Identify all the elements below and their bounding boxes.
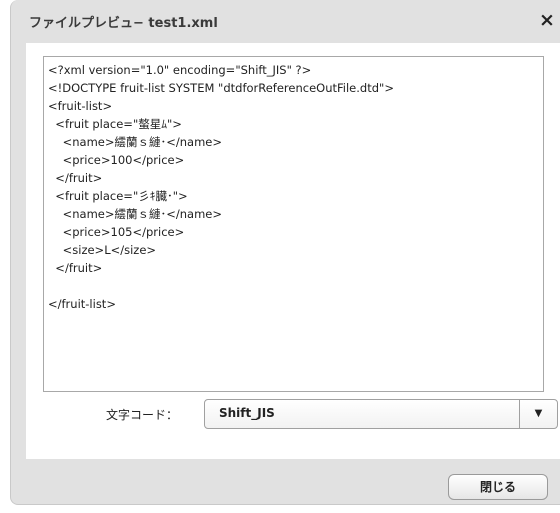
xml-preview-area[interactable]: <?xml version="1.0" encoding="Shift_JIS"… — [43, 56, 544, 392]
xml-line: </fruit> — [48, 261, 103, 275]
encoding-selected-value: Shift_JIS — [219, 406, 275, 420]
xml-line: <!DOCTYPE fruit-list SYSTEM "dtdforRefer… — [48, 81, 394, 95]
encoding-select[interactable]: Shift_JIS ▼ — [204, 399, 558, 429]
xml-line: </fruit-list> — [48, 297, 116, 311]
xml-line: <price>100</price> — [48, 153, 185, 167]
content-panel: <?xml version="1.0" encoding="Shift_JIS"… — [26, 43, 560, 459]
chevron-down-icon[interactable]: ▼ — [521, 401, 556, 427]
xml-line: <name>繧蘭ｓ縺･</name> — [48, 207, 223, 221]
file-preview-dialog: ファイルプレビュ− test1.xml × <?xml version="1.0… — [10, 0, 560, 505]
xml-line: <fruit place="螯星ﾑ"> — [48, 117, 182, 131]
xml-line: <?xml version="1.0" encoding="Shift_JIS"… — [48, 63, 312, 77]
xml-line: <price>105</price> — [48, 225, 185, 239]
dialog-title-bar: ファイルプレビュ− test1.xml × — [11, 0, 560, 44]
xml-line: <fruit-list> — [48, 99, 113, 113]
xml-line: </fruit> — [48, 171, 103, 185]
close-icon[interactable]: × — [539, 9, 555, 31]
encoding-label: 文字コード： — [106, 408, 179, 422]
dialog-title: ファイルプレビュ− test1.xml — [29, 16, 218, 31]
xml-line: <size>L</size> — [48, 243, 157, 257]
select-divider — [519, 400, 520, 428]
xml-line: <name>繧蘭ｓ縺･</name> — [48, 135, 223, 149]
xml-line: <fruit place="彡ｷ臓･"> — [48, 189, 188, 203]
close-button[interactable]: 閉じる — [448, 474, 548, 500]
